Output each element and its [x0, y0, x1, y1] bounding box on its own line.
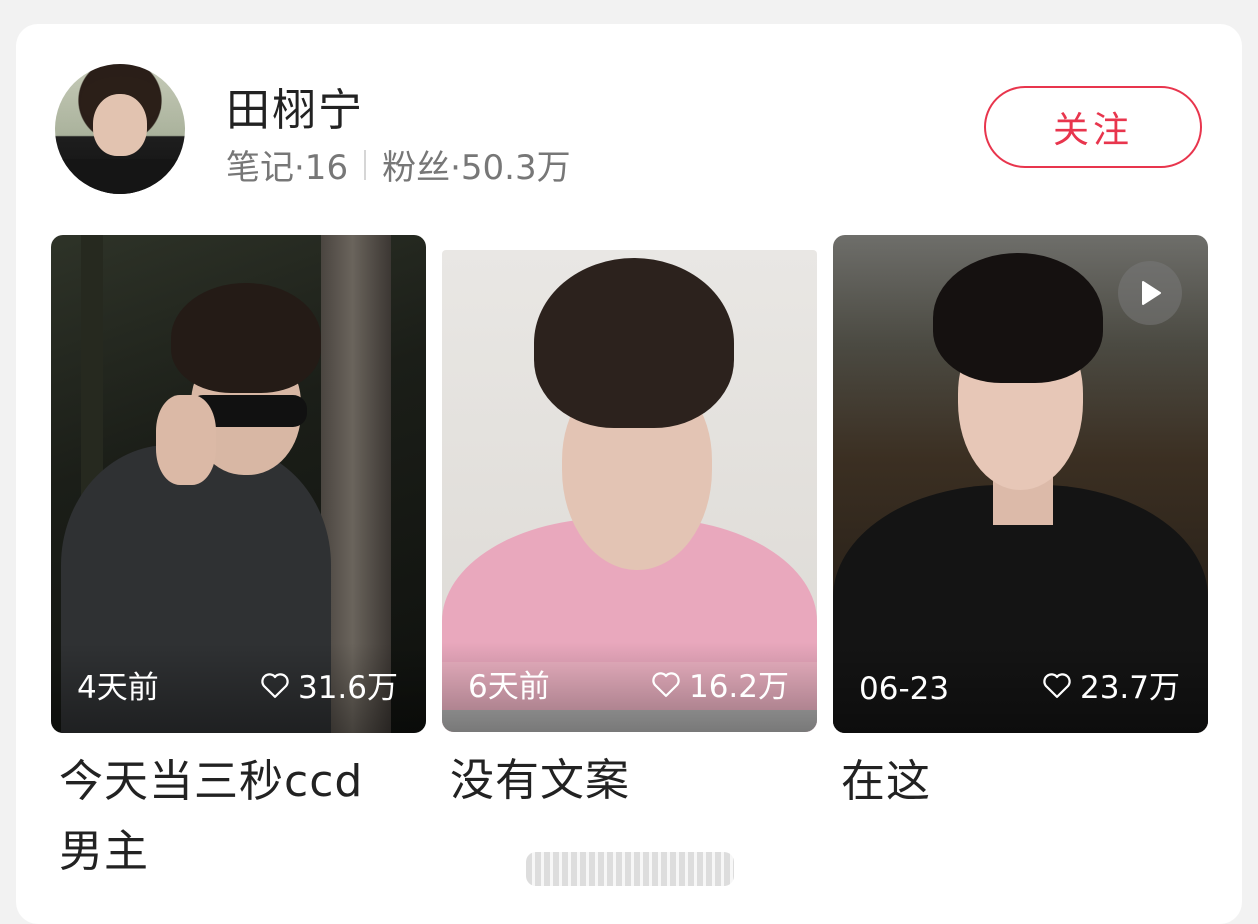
heart-outline-icon [1043, 672, 1071, 698]
post-caption[interactable]: 今天当三秒ccd男主 [51, 747, 389, 887]
post-time: 4天前 [77, 670, 159, 706]
fans-count: 粉丝·50.3万 [382, 148, 571, 188]
profile-stats: 笔记·16 粉丝·50.3万 [226, 140, 571, 189]
post-card[interactable]: 6天前 16.2万 没有文案 [442, 235, 817, 816]
post-card[interactable]: 4天前 31.6万 今天当三秒ccd男主 [51, 235, 426, 887]
post-likes[interactable]: 23.7万 [1042, 662, 1180, 707]
post-caption[interactable]: 没有文案 [442, 746, 780, 816]
avatar-face [93, 94, 147, 156]
post-caption[interactable]: 在这 [833, 747, 1171, 817]
profile-name[interactable]: 田栩宁 [226, 74, 364, 138]
notes-count: 笔记·16 [226, 148, 349, 188]
post-likes-count: 31.6万 [297, 670, 398, 706]
photo-subject-hair [534, 258, 734, 428]
post-likes-count: 16.2万 [688, 669, 789, 705]
post-card[interactable]: 06-23 23.7万 在这 [833, 235, 1208, 817]
horizontal-scroll-indicator[interactable] [526, 852, 734, 886]
heart-outline-icon [261, 672, 289, 698]
photo-subject-hair [171, 283, 321, 393]
photo-subject-hand [156, 395, 216, 485]
post-thumbnail[interactable]: 6天前 16.2万 [442, 250, 817, 732]
video-badge [1118, 261, 1182, 325]
post-thumbnail[interactable]: 4天前 31.6万 [51, 235, 426, 733]
photo-subject-hair [933, 253, 1103, 383]
post-likes-count: 23.7万 [1079, 670, 1180, 706]
stats-divider [364, 149, 367, 180]
heart-outline-icon [652, 671, 680, 697]
post-time: 6天前 [468, 669, 550, 705]
post-time: 06-23 [859, 671, 950, 707]
avatar[interactable] [55, 64, 185, 194]
play-icon [1142, 281, 1161, 305]
avatar-shirt [55, 159, 185, 194]
post-likes[interactable]: 31.6万 [260, 662, 398, 707]
post-likes[interactable]: 16.2万 [651, 661, 789, 706]
follow-button[interactable]: 关注 [984, 86, 1202, 168]
post-thumbnail[interactable]: 06-23 23.7万 [833, 235, 1208, 733]
